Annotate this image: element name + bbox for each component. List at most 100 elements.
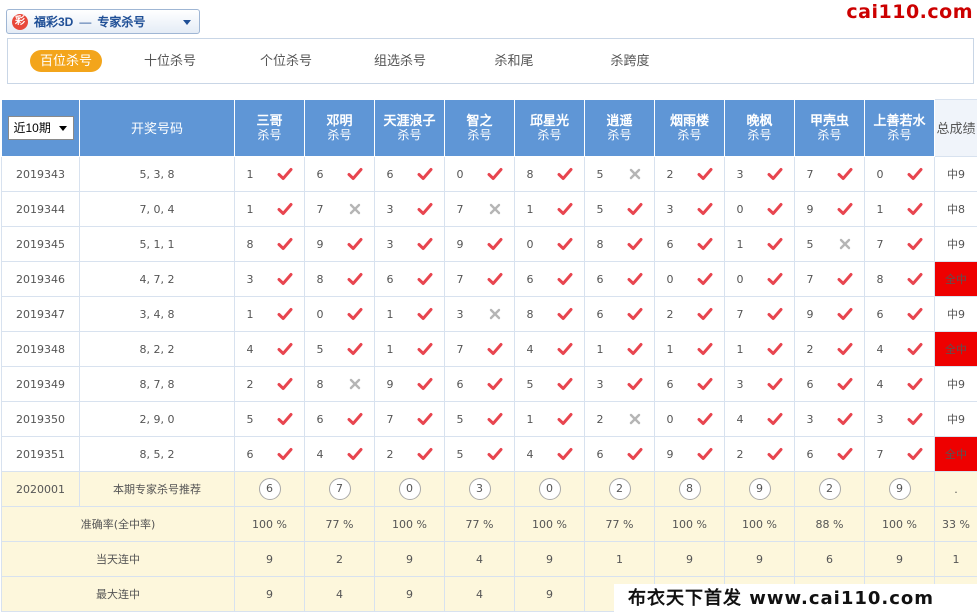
kill-number-cell: 3 — [864, 401, 935, 437]
kill-number-wrap: 7 — [445, 271, 514, 287]
check-icon — [417, 308, 432, 320]
kill-number-wrap: 6 — [585, 306, 654, 322]
kill-number-wrap: 6 — [795, 446, 864, 462]
kill-number-wrap: 0 — [305, 306, 374, 322]
kill-number-wrap: 5 — [515, 376, 584, 392]
kill-number: 6 — [806, 447, 814, 461]
stat-value: 9 — [864, 541, 935, 577]
check-icon — [907, 168, 922, 180]
check-icon — [417, 273, 432, 285]
kill-number-cell: 5 — [794, 226, 865, 262]
kill-number: 3 — [386, 202, 394, 216]
draw-number-cell: 3, 4, 8 — [79, 296, 235, 332]
kill-number: 1 — [246, 202, 254, 216]
recommend-row: 2020001 本期专家杀号推荐 6 7 0 3 0 2 8 9 2 9. — [1, 471, 977, 507]
kill-number-wrap: 6 — [375, 166, 444, 182]
kill-number-cell: 9 — [304, 226, 375, 262]
kill-number-wrap: 2 — [375, 446, 444, 462]
kill-number-cell: 7 — [444, 191, 515, 227]
kill-number-cell: 0 — [654, 401, 725, 437]
check-icon — [767, 343, 782, 355]
kill-number-cell: 3 — [234, 261, 305, 297]
kill-number-cell: 0 — [654, 261, 725, 297]
kill-number: 1 — [526, 202, 534, 216]
kill-number-wrap: 2 — [655, 306, 724, 322]
kill-number: 5 — [246, 412, 254, 426]
kill-number: 6 — [666, 377, 674, 391]
check-icon — [557, 168, 572, 180]
expert-header: 逍遥 杀号 — [584, 99, 655, 157]
kill-number-cell: 1 — [514, 401, 585, 437]
kill-number: 6 — [246, 447, 254, 461]
kill-number-cell: 1 — [374, 331, 445, 367]
kill-number-cell: 4 — [234, 331, 305, 367]
recommend-number: 7 — [328, 478, 351, 500]
kill-number-wrap: 9 — [445, 236, 514, 252]
total-score-cell: 中9 — [934, 366, 977, 402]
tab-3[interactable]: 组选杀号 — [368, 50, 432, 72]
tab-1[interactable]: 十位杀号 — [138, 50, 202, 72]
check-icon — [487, 413, 502, 425]
check-icon — [487, 273, 502, 285]
period-select[interactable]: 近10期 — [7, 116, 74, 140]
game-name: 福彩3D — [34, 15, 74, 29]
total-score-cell: 中9 — [934, 156, 977, 192]
kill-number-cell: 5 — [444, 436, 515, 472]
kill-number-cell: 3 — [794, 401, 865, 437]
expert-name: 邱星光 — [529, 113, 569, 128]
kill-number-cell: 6 — [794, 436, 865, 472]
kill-number-cell: 7 — [794, 156, 865, 192]
check-icon — [627, 308, 642, 320]
kill-number-cell: 1 — [234, 156, 305, 192]
kill-number: 4 — [316, 447, 324, 461]
stat-value: 9 — [514, 541, 585, 577]
expert-header: 智之 杀号 — [444, 99, 515, 157]
cross-icon — [629, 413, 640, 425]
expert-name: 烟雨楼 — [669, 113, 709, 128]
check-icon — [767, 238, 782, 250]
kill-number: 0 — [526, 237, 534, 251]
tab-5[interactable]: 杀跨度 — [598, 50, 662, 72]
watermark-banner: 布衣天下首发 www.cai110.com — [614, 584, 977, 614]
check-icon — [627, 273, 642, 285]
kill-number-wrap: 1 — [235, 201, 304, 217]
check-icon — [837, 168, 852, 180]
kill-number: 3 — [736, 167, 744, 181]
expert-name: 三哥 — [256, 113, 283, 128]
kill-number-cell: 8 — [514, 156, 585, 192]
tab-0[interactable]: 百位杀号 — [30, 50, 103, 72]
kill-number: 0 — [456, 167, 464, 181]
kill-number-cell: 1 — [654, 331, 725, 367]
kill-number-wrap: 4 — [305, 446, 374, 462]
kill-number: 4 — [876, 342, 884, 356]
game-select[interactable]: 彩 福彩3D — 专家杀号 — [6, 9, 200, 34]
kill-number-cell: 1 — [864, 191, 935, 227]
kill-number-cell: 6 — [654, 366, 725, 402]
check-icon — [417, 413, 432, 425]
kill-number-cell: 9 — [444, 226, 515, 262]
expert-name: 天涯浪子 — [383, 113, 436, 128]
check-icon — [627, 203, 642, 215]
kill-number-wrap: 8 — [515, 306, 584, 322]
tab-4[interactable]: 杀和尾 — [482, 50, 546, 72]
kill-number-cell: 6 — [864, 296, 935, 332]
check-icon — [277, 448, 292, 460]
kill-number-cell: 2 — [794, 331, 865, 367]
kill-number-wrap: 1 — [235, 166, 304, 182]
check-icon — [557, 378, 572, 390]
cross-icon — [489, 308, 500, 320]
tab-2[interactable]: 个位杀号 — [254, 50, 318, 72]
stat-value: 2 — [304, 541, 375, 577]
kill-number: 0 — [876, 167, 884, 181]
kill-number: 3 — [666, 202, 674, 216]
stat-label: 当天连中 — [1, 541, 235, 577]
check-icon — [417, 238, 432, 250]
stat-value: 9 — [374, 541, 445, 577]
check-icon — [907, 378, 922, 390]
table-row: 2019348 8, 2, 2 4 5 1 7 4 1 1 1 2 4 全中 — [1, 331, 977, 367]
check-icon — [347, 168, 362, 180]
kill-number-cell: 8 — [304, 261, 375, 297]
kill-number: 8 — [246, 237, 254, 251]
check-icon — [557, 343, 572, 355]
expert-subtitle: 杀号 — [537, 128, 562, 142]
